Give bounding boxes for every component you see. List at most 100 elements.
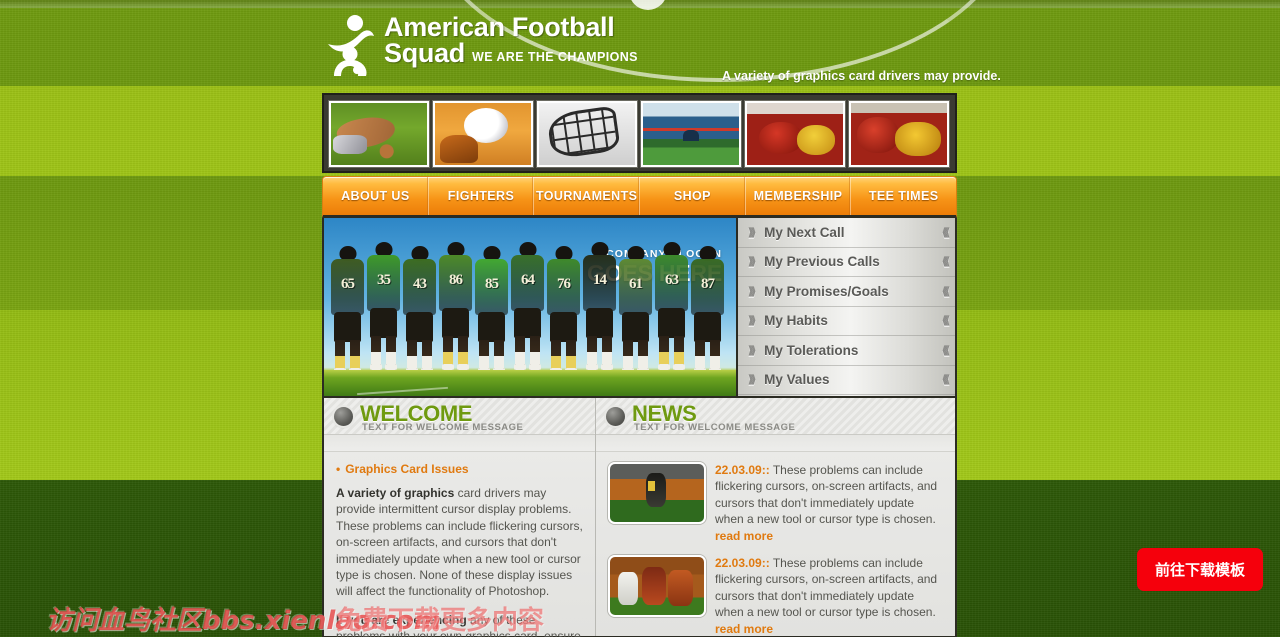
chevron-right-icon: ⟩⟩⟩⟩ <box>748 374 756 387</box>
logo-wordmark: American Football Squad WE ARE THE CHAMP… <box>384 14 638 67</box>
watermark-text-secondary: 免费下载更多内容 <box>336 606 545 636</box>
leg-right <box>529 336 541 370</box>
pants <box>406 312 433 342</box>
leg-left <box>586 336 598 370</box>
welcome-paragraph-1-rest: card drivers may provide intermittent cu… <box>336 486 583 599</box>
leg-right <box>637 340 649 374</box>
nav-item-fighters[interactable]: FIGHTERS <box>429 177 535 215</box>
nav-label: TOURNAMENTS <box>535 189 638 203</box>
quicklink-my-values[interactable]: ⟩⟩⟩⟩ My Values ⟨⟨⟨⟨ <box>738 366 955 395</box>
chevron-right-icon: ⟩⟩⟩⟩ <box>748 315 756 328</box>
hero-ground <box>324 370 736 396</box>
news-section-header: NEWS TEXT FOR WELCOME MESSAGE <box>596 398 955 435</box>
news-item: 22.03.09:: These problems can include fl… <box>608 555 943 637</box>
quicklink-my-promises-goals[interactable]: ⟩⟩⟩⟩ My Promises/Goals ⟨⟨⟨⟨ <box>738 277 955 307</box>
jersey-number: 85 <box>485 276 499 292</box>
chevron-left-icon: ⟨⟨⟨⟨ <box>941 256 950 269</box>
chevron-left-icon: ⟨⟨⟨⟨ <box>941 315 950 328</box>
pants <box>550 312 577 342</box>
jersey-number: 87 <box>701 276 715 292</box>
quicklink-label: My Previous Calls <box>764 254 880 270</box>
leg-right <box>673 336 685 370</box>
welcome-paragraph-1: A variety of graphics card drivers may p… <box>336 485 583 600</box>
download-template-button[interactable]: 前往下载模板 <box>1136 548 1263 591</box>
hero-player-85: 85 <box>474 246 509 374</box>
read-more-link[interactable]: read more <box>715 528 943 544</box>
thumb-helmet-lineman[interactable] <box>432 100 534 168</box>
leg-right <box>709 340 721 374</box>
quick-links-panel: ⟩⟩⟩⟩ My Next Call ⟨⟨⟨⟨ ⟩⟩⟩⟩ My Previous … <box>736 218 955 396</box>
chevron-left-icon: ⟨⟨⟨⟨ <box>941 285 950 298</box>
welcome-topic-link[interactable]: Graphics Card Issues <box>336 462 583 476</box>
chevron-right-icon: ⟩⟩⟩⟩ <box>748 226 756 239</box>
thumb-red-jersey-tackle[interactable] <box>744 100 846 168</box>
hero-player-64: 64 <box>510 242 545 370</box>
welcome-paragraph-1-lead: A variety of graphics <box>336 486 455 500</box>
football-squad-logo-icon <box>326 14 378 76</box>
hero-player-86: 86 <box>438 242 473 370</box>
quicklink-my-next-call[interactable]: ⟩⟩⟩⟩ My Next Call ⟨⟨⟨⟨ <box>738 218 955 248</box>
pants <box>334 312 361 342</box>
leg-right <box>493 340 505 374</box>
news-thumb-quarterback-throwing[interactable] <box>608 462 706 524</box>
welcome-section-header: WELCOME TEXT FOR WELCOME MESSAGE <box>324 398 595 435</box>
news-thumb-linemen-blocking[interactable] <box>608 555 706 618</box>
jersey-number: 61 <box>629 276 643 292</box>
chevron-left-icon: ⟨⟨⟨⟨ <box>941 374 950 387</box>
leg-left <box>514 336 526 370</box>
quicklink-my-tolerations[interactable]: ⟩⟩⟩⟩ My Tolerations ⟨⟨⟨⟨ <box>738 336 955 366</box>
quicklink-my-previous-calls[interactable]: ⟩⟩⟩⟩ My Previous Calls ⟨⟨⟨⟨ <box>738 248 955 277</box>
chevron-right-icon: ⟩⟩⟩⟩ <box>748 256 756 269</box>
player-lineup-illustration: 65 35 43 86 85 64 76 14 61 63 87 <box>330 242 725 374</box>
pants <box>442 308 469 338</box>
leg-left <box>370 336 382 370</box>
hero-banner: COMPANY SLOGAN GOES HERE 653543868564761… <box>324 218 736 396</box>
quicklink-my-habits[interactable]: ⟩⟩⟩⟩ My Habits ⟨⟨⟨⟨ <box>738 307 955 336</box>
nav-item-tee-times[interactable]: TEE TIMES <box>851 177 956 215</box>
news-date: 22.03.09:: <box>715 556 770 571</box>
site-header: American Football Squad WE ARE THE CHAMP… <box>0 0 1280 95</box>
nav-item-tournaments[interactable]: TOURNAMENTS <box>534 177 641 215</box>
jersey-number: 14 <box>593 272 607 288</box>
site-logo[interactable]: American Football Squad WE ARE THE CHAMP… <box>326 14 638 76</box>
chevron-right-icon: ⟩⟩⟩⟩ <box>748 285 756 298</box>
thumb-stadium-field[interactable] <box>640 100 742 168</box>
header-note-text: A variety of graphics card drivers may p… <box>722 69 1001 83</box>
news-date: 22.03.09:: <box>715 463 770 477</box>
thumb-snap-football-hands[interactable] <box>328 100 430 168</box>
hero-player-65: 65 <box>330 246 365 374</box>
thumb-facemask-closeup[interactable] <box>536 100 638 168</box>
thumb-red-jersey-runner[interactable] <box>848 100 950 168</box>
jersey-number: 86 <box>449 272 463 288</box>
jersey-number: 63 <box>665 272 679 288</box>
nav-item-shop[interactable]: SHOP <box>640 177 746 215</box>
hero-player-35: 35 <box>366 242 401 370</box>
nav-item-membership[interactable]: MEMBERSHIP <box>746 177 852 215</box>
nav-label: TEE TIMES <box>868 189 939 203</box>
news-subtitle: TEXT FOR WELCOME MESSAGE <box>634 422 796 433</box>
hero-player-63: 63 <box>654 242 689 370</box>
thumbnail-strip <box>322 93 957 173</box>
leg-right <box>385 336 397 370</box>
nav-item-about-us[interactable]: ABOUT US <box>323 177 429 215</box>
jersey-number: 64 <box>521 272 535 288</box>
read-more-link[interactable]: read more <box>715 621 943 637</box>
logo-line-1: American Football <box>384 12 615 42</box>
nav-label: MEMBERSHIP <box>753 189 843 203</box>
pants <box>622 312 649 342</box>
leg-left <box>622 340 634 374</box>
quicklink-label: My Tolerations <box>764 342 859 358</box>
logo-line-2: Squad <box>384 38 466 68</box>
nav-label: ABOUT US <box>341 189 410 203</box>
pants <box>658 308 685 338</box>
quicklink-label: My Habits <box>764 313 828 329</box>
quicklink-label: My Promises/Goals <box>764 283 889 299</box>
jersey-number: 35 <box>377 272 391 288</box>
leg-left <box>406 340 418 374</box>
leg-right <box>601 336 613 370</box>
hero-player-14: 14 <box>582 242 617 370</box>
news-item: 22.03.09:: These problems can include fl… <box>608 462 943 544</box>
main-container: ABOUT US FIGHTERS TOURNAMENTS SHOP MEMBE… <box>322 93 957 637</box>
hero-player-43: 43 <box>402 246 437 374</box>
leg-left <box>334 340 346 374</box>
